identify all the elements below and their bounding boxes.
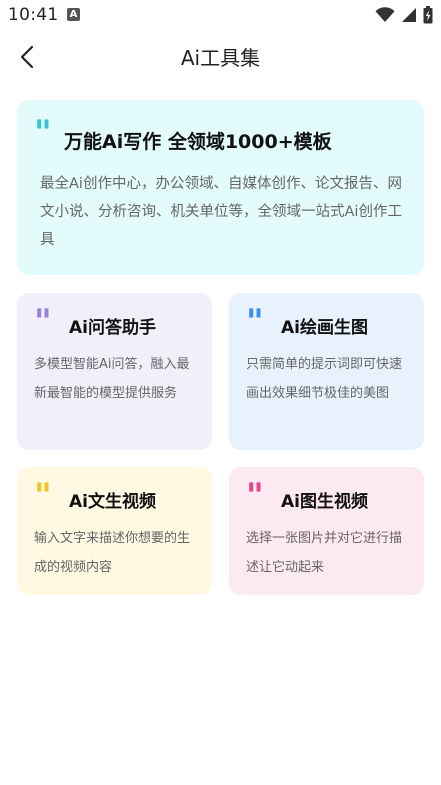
notification-a-icon: A [67, 8, 80, 21]
ai-writing-card[interactable]: " 万能Ai写作 全领域1000+模板 最全Ai创作中心，办公领域、自媒体创作、… [17, 100, 424, 275]
card-title: Ai图生视频 [281, 492, 368, 512]
card-title: Ai问答助手 [69, 318, 156, 338]
ai-painting-card[interactable]: " Ai绘画生图 只需简单的提示词即可快速画出效果细节极佳的美图 [229, 293, 424, 450]
page-title: Ai工具集 [180, 46, 261, 70]
battery-icon [423, 6, 433, 24]
card-description: 选择一张图片并对它进行描述让它动起来 [246, 531, 403, 575]
card-description: 输入文字来描述你想要的生成的视频内容 [34, 531, 191, 575]
card-description: 只需简单的提示词即可快速画出效果细节极佳的美图 [246, 357, 403, 401]
ai-image-to-video-card[interactable]: " Ai图生视频 选择一张图片并对它进行描述让它动起来 [229, 467, 424, 595]
quote-icon: " [34, 302, 52, 342]
status-bar: 10:41 A [0, 0, 441, 30]
quote-icon: " [34, 476, 52, 516]
wifi-icon [375, 7, 395, 22]
ai-qa-card[interactable]: " Ai问答助手 多模型智能Ai问答，融入最新最智能的模型提供服务 [17, 293, 212, 450]
nav-bar: Ai工具集 [0, 30, 441, 82]
card-title: Ai绘画生图 [281, 318, 368, 338]
card-title: 万能Ai写作 全领域1000+模板 [64, 131, 332, 153]
card-description: 多模型智能Ai问答，融入最新最智能的模型提供服务 [34, 357, 190, 401]
quote-icon: " [246, 476, 264, 516]
quote-icon: " [246, 302, 264, 342]
card-description: 最全Ai创作中心，办公领域、自媒体创作、论文报告、网文小说、分析咨询、机关单位等… [40, 176, 402, 248]
status-icons [375, 6, 433, 24]
quote-icon: " [34, 113, 52, 153]
ai-text-to-video-card[interactable]: " Ai文生视频 输入文字来描述你想要的生成的视频内容 [17, 467, 212, 595]
status-time: 10:41 [8, 5, 59, 25]
signal-icon [402, 8, 416, 22]
card-title: Ai文生视频 [69, 492, 156, 512]
